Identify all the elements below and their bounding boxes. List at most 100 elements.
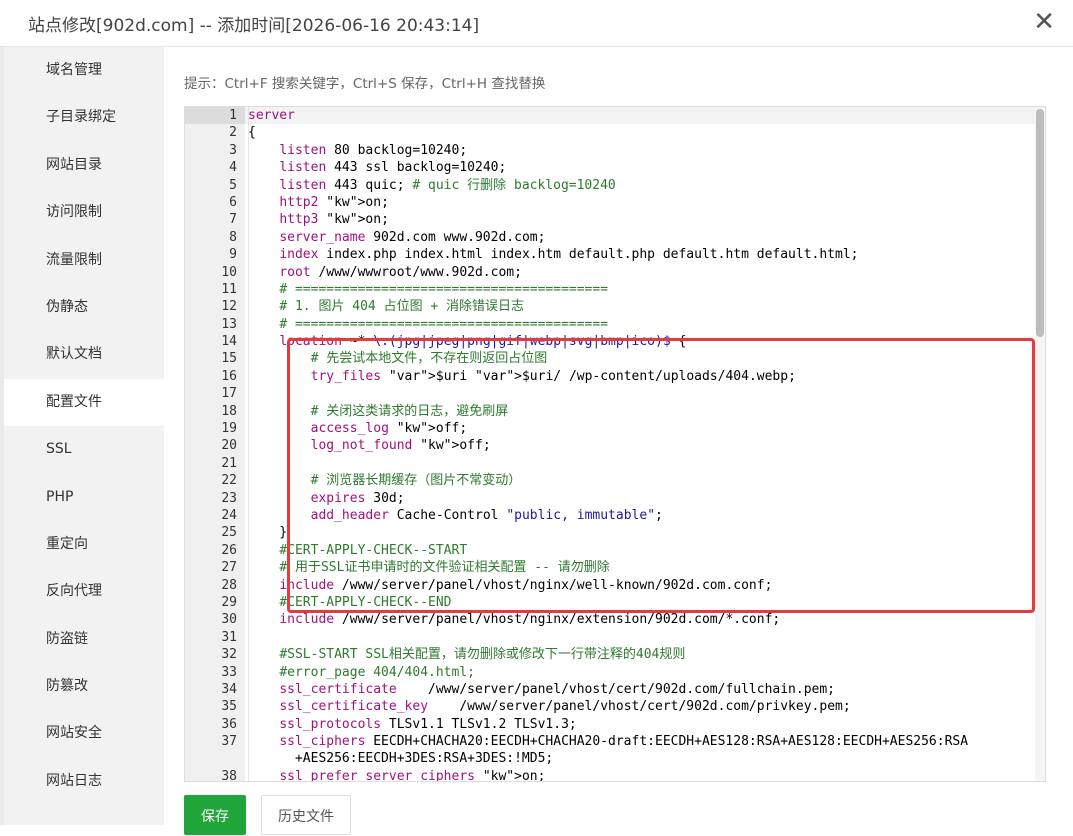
code-line[interactable]: 21 (185, 455, 1035, 472)
line-number: 36 (221, 716, 237, 732)
line-number: 9 (229, 247, 237, 263)
code-line[interactable]: 3 listen 80 backlog=10240; (185, 142, 1035, 159)
sidebar-item-ssl[interactable]: SSL (4, 426, 164, 473)
line-text: # 先尝试本地文件，不存在则返回占位图 (310, 351, 548, 367)
sidebar-item-access-limit[interactable]: 访问限制 (4, 189, 164, 236)
sidebar-item-php[interactable]: PHP (4, 474, 164, 521)
save-button[interactable]: 保存 (184, 795, 246, 835)
code-line[interactable]: 6 http2 "kw">on; (185, 194, 1035, 211)
line-text: # ======================================… (279, 316, 609, 332)
code-line[interactable]: 17 (185, 385, 1035, 402)
code-line[interactable]: 13 # ===================================… (185, 316, 1035, 333)
code-line[interactable]: 36 ssl_protocols TLSv1.1 TLSv1.2 TLSv1.3… (185, 716, 1035, 733)
code-line[interactable]: 8 server_name 902d.com www.902d.com; (185, 229, 1035, 246)
line-number: 25 (221, 525, 237, 541)
sidebar-item-site-log[interactable]: 网站日志 (4, 758, 164, 805)
code-line[interactable]: 14 location ~* \.(jpg|jpeg|png|gif|webp|… (185, 333, 1035, 350)
line-text: ssl_certificate_key /www/server/panel/vh… (279, 699, 851, 715)
line-text: # 1. 图片 404 占位图 + 消除错误日志 (279, 299, 525, 315)
sidebar-item-subdir[interactable]: 子目录绑定 (4, 94, 164, 141)
code-line[interactable]: 28 include /www/server/panel/vhost/nginx… (185, 577, 1035, 594)
line-text: ssl_prefer_server_ciphers "kw">on; (279, 768, 546, 782)
line-text: expires 30d; (310, 490, 405, 506)
line-number: 18 (221, 403, 237, 419)
code-line[interactable]: 20 log_not_found "kw">off; (185, 437, 1035, 454)
close-icon[interactable]: ✕ (1033, 8, 1055, 36)
code-line[interactable]: 34 ssl_certificate /www/server/panel/vho… (185, 681, 1035, 698)
code-line[interactable]: 32 #SSL-START SSL相关配置，请勿删除或修改下一行带注释的404规… (185, 646, 1035, 663)
line-number: 37 (221, 734, 237, 750)
dialog-title: 站点修改[902d.com] -- 添加时间[2026-06-16 20:43:… (28, 16, 480, 36)
code-line[interactable]: 23 expires 30d; (185, 490, 1035, 507)
line-number: 2 (229, 125, 237, 141)
code-line[interactable]: 5 listen 443 quic; # quic 行删除 backlog=10… (185, 177, 1035, 194)
code-line[interactable]: 18 # 关闭这类请求的日志，避免刷屏 (185, 403, 1035, 420)
line-number: 3 (229, 142, 237, 158)
line-number: 23 (221, 490, 237, 506)
line-number: 16 (221, 368, 237, 384)
code-line[interactable]: 15 # 先尝试本地文件，不存在则返回占位图 (185, 350, 1035, 367)
line-text: #CERT-APPLY-CHECK--END (279, 594, 452, 610)
line-text-wrapped: +AES256:EECDH+3DES:RSA+3DES:!MD5; (248, 751, 554, 767)
sidebar-item-tamper-proof[interactable]: 防篡改 (4, 663, 164, 710)
code-line[interactable]: 10 root /www/wwwroot/www.902d.com; (185, 264, 1035, 281)
line-number: 15 (221, 351, 237, 367)
line-number: 29 (221, 594, 237, 610)
code-line[interactable]: 11 # ===================================… (185, 281, 1035, 298)
code-line[interactable]: 30 include /www/server/panel/vhost/nginx… (185, 611, 1035, 628)
config-editor[interactable]: 1 server 2{3 listen 80 backlog=10240; 4 lis… (184, 106, 1046, 782)
code-lines[interactable]: 1 server 2{3 listen 80 backlog=10240; 4 lis… (185, 107, 1035, 782)
line-text: { (248, 125, 256, 141)
line-number: 7 (229, 212, 237, 228)
sidebar-item-hotlink[interactable]: 防盗链 (4, 616, 164, 663)
line-text: log_not_found "kw">off; (310, 438, 491, 454)
code-line[interactable]: 25 } (185, 524, 1035, 541)
line-text: # 浏览器长期缓存（图片不常变动） (310, 473, 522, 489)
code-line[interactable]: 31 (185, 629, 1035, 646)
line-text: root /www/wwwroot/www.902d.com; (279, 264, 522, 280)
line-text: add_header Cache-Control "public, immuta… (310, 507, 663, 523)
line-text: # 用于SSL证书申请时的文件验证相关配置 -- 请勿删除 (279, 560, 610, 576)
line-number: 8 (229, 229, 237, 245)
editor-scrollbar[interactable] (1035, 107, 1045, 781)
code-line[interactable]: 33 #error_page 404/404.html; (185, 664, 1035, 681)
line-number: 5 (229, 177, 237, 193)
code-line[interactable]: 16 try_files "var">$uri "var">$uri/ /wp-… (185, 368, 1035, 385)
code-line[interactable]: 27 # 用于SSL证书申请时的文件验证相关配置 -- 请勿删除 (185, 559, 1035, 576)
code-line[interactable]: 7 http3 "kw">on; (185, 211, 1035, 228)
line-number: 10 (221, 264, 237, 280)
code-line[interactable]: 1 server (185, 107, 1035, 124)
line-text: http3 "kw">on; (279, 212, 389, 228)
line-text: listen 443 ssl backlog=10240; (279, 160, 507, 176)
sidebar-item-site-dir[interactable]: 网站目录 (4, 142, 164, 189)
sidebar-item-domain[interactable]: 域名管理 (4, 47, 164, 94)
sidebar-item-default-doc[interactable]: 默认文档 (4, 331, 164, 378)
sidebar-item-rewrite[interactable]: 伪静态 (4, 284, 164, 331)
code-line[interactable]: 2{ (185, 124, 1035, 141)
line-text: index index.php index.html index.htm def… (279, 247, 859, 263)
line-number: 13 (221, 316, 237, 332)
sidebar: 域名管理 子目录绑定 网站目录 访问限制 流量限制 伪静态 默认文档 配置文件 … (4, 47, 164, 825)
line-text: #error_page 404/404.html; (279, 664, 475, 680)
line-number: 31 (221, 629, 237, 645)
sidebar-item-site-security[interactable]: 网站安全 (4, 710, 164, 757)
code-line[interactable]: 9 index index.php index.html index.htm d… (185, 246, 1035, 263)
code-line[interactable]: 26 #CERT-APPLY-CHECK--START (185, 542, 1035, 559)
sidebar-item-traffic-limit[interactable]: 流量限制 (4, 237, 164, 284)
code-line[interactable]: 4 listen 443 ssl backlog=10240; (185, 159, 1035, 176)
history-files-button[interactable]: 历史文件 (261, 795, 351, 835)
code-line[interactable]: 35 ssl_certificate_key /www/server/panel… (185, 698, 1035, 715)
code-line[interactable]: 37 ssl_ciphers EECDH+CHACHA20:EECDH+CHAC… (185, 733, 1035, 768)
code-line[interactable]: 12 # 1. 图片 404 占位图 + 消除错误日志 (185, 298, 1035, 315)
code-line[interactable]: 38 ssl_prefer_server_ciphers "kw">on; (185, 768, 1035, 782)
line-number: 30 (221, 612, 237, 628)
line-number: 35 (221, 699, 237, 715)
code-line[interactable]: 29 #CERT-APPLY-CHECK--END (185, 594, 1035, 611)
scrollbar-thumb[interactable] (1036, 109, 1044, 337)
sidebar-item-redirect[interactable]: 重定向 (4, 521, 164, 568)
code-line[interactable]: 19 access_log "kw">off; (185, 420, 1035, 437)
code-line[interactable]: 22 # 浏览器长期缓存（图片不常变动） (185, 472, 1035, 489)
code-line[interactable]: 24 add_header Cache-Control "public, imm… (185, 507, 1035, 524)
sidebar-item-reverse-proxy[interactable]: 反向代理 (4, 568, 164, 615)
sidebar-item-config-file[interactable]: 配置文件 (4, 378, 164, 427)
